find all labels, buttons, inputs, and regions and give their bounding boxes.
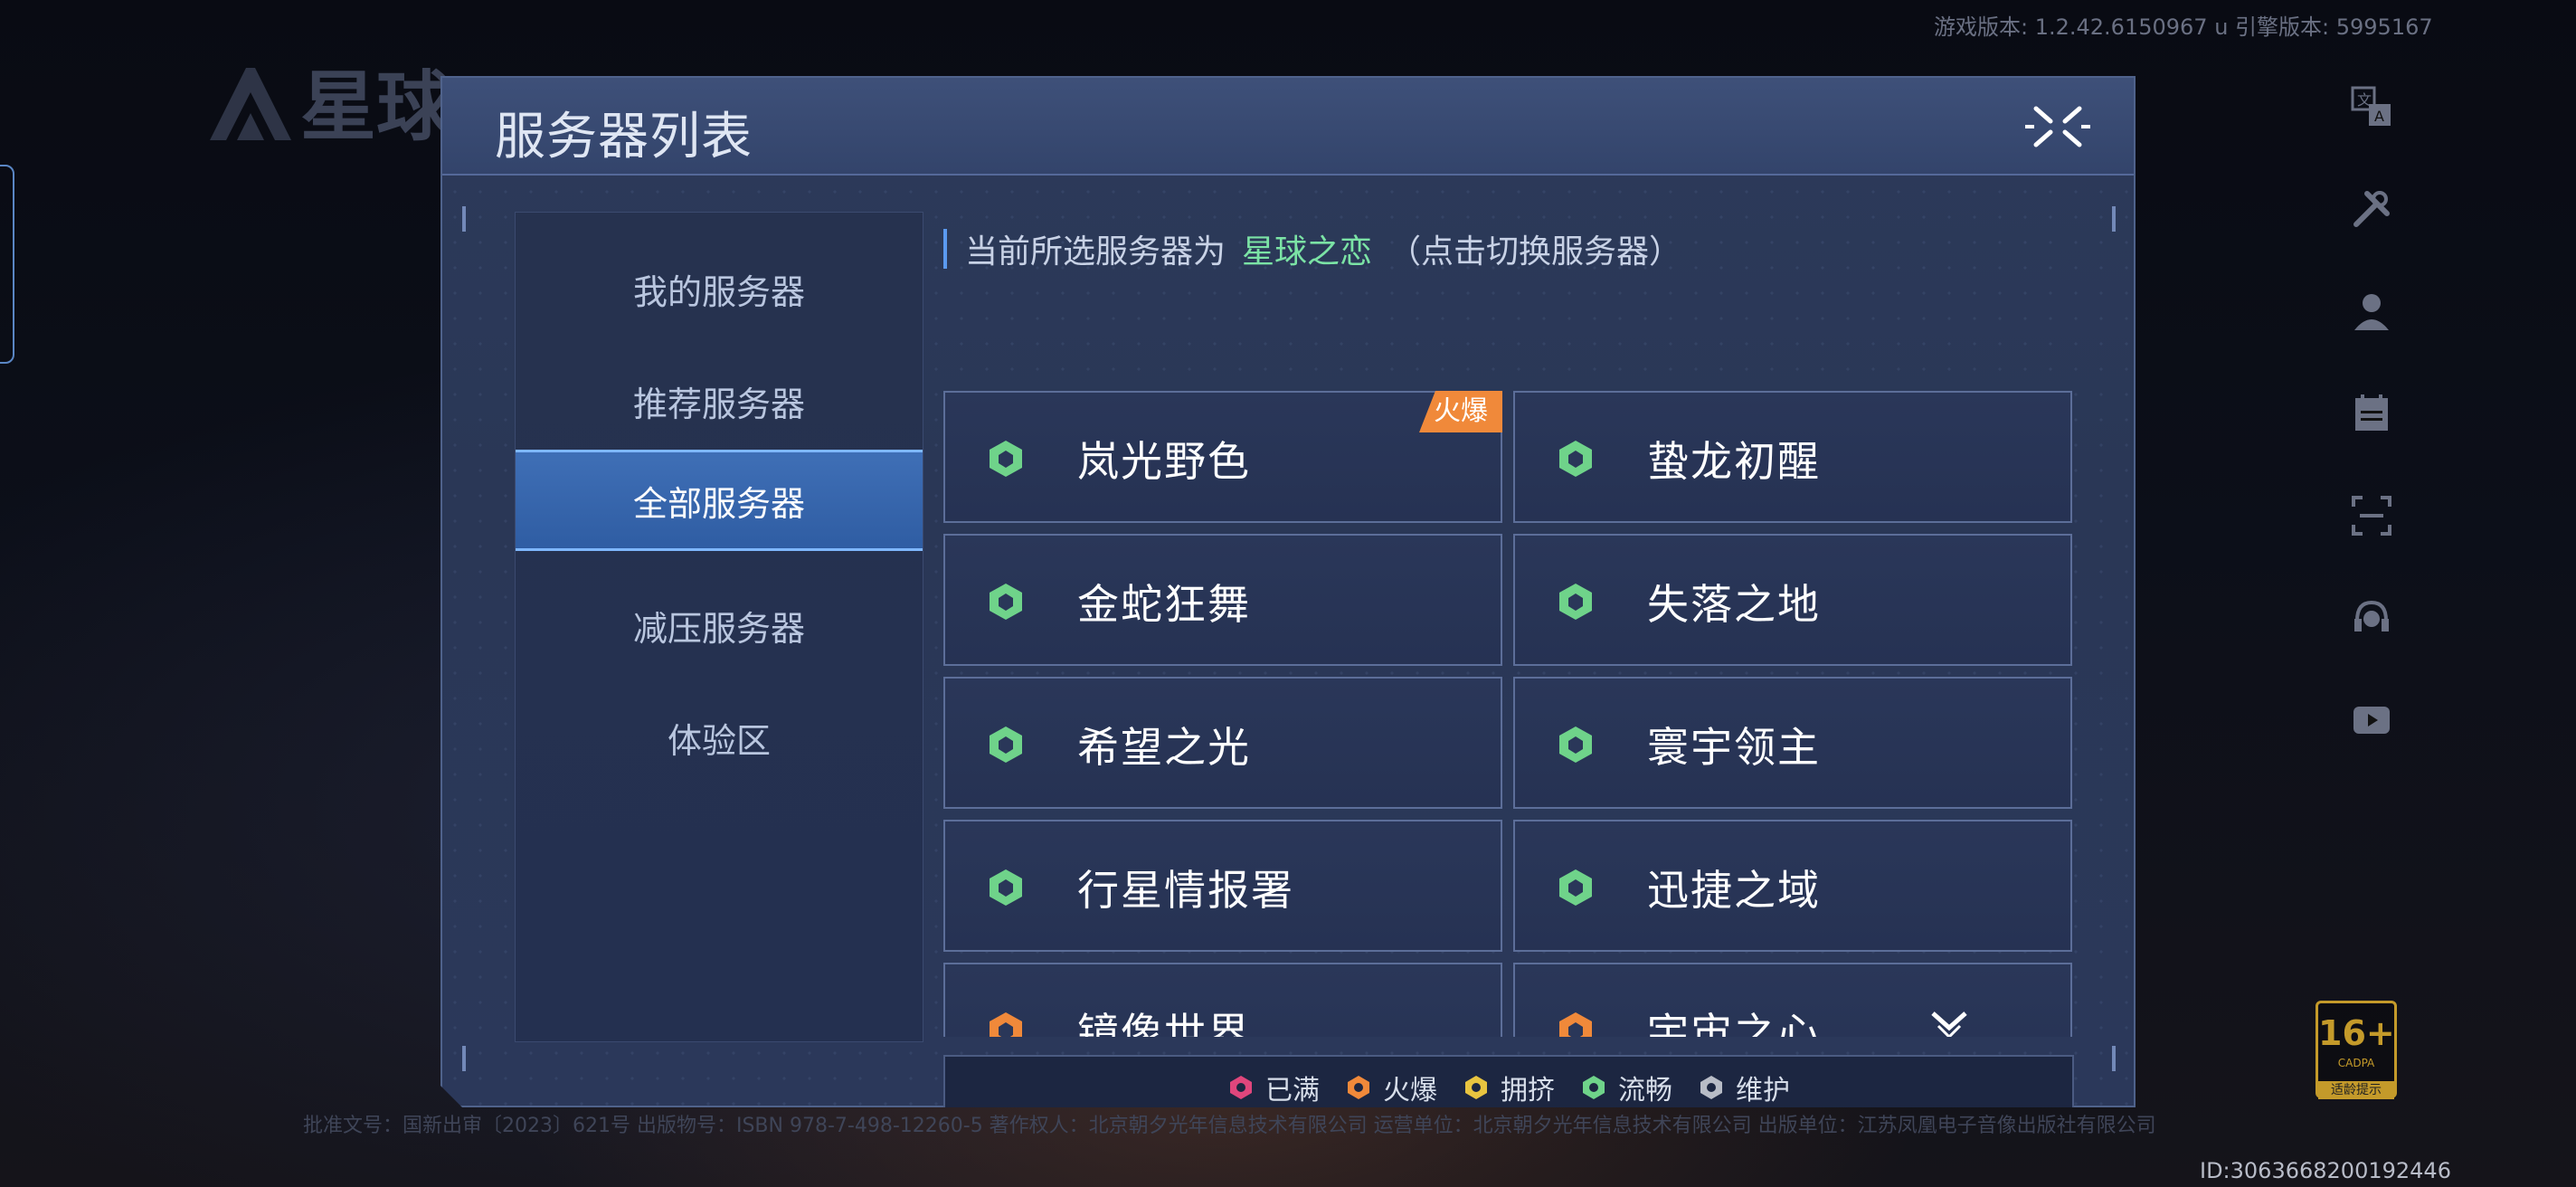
tab-label: 我的服务器 <box>632 271 805 312</box>
tab-label: 减压服务器 <box>632 608 805 649</box>
age-rating-badge: 16+ CADPA 适龄提示 <box>2316 1001 2397 1099</box>
legend-full: 已满 <box>1227 1068 1320 1107</box>
legend-smooth: 流畅 <box>1580 1068 1672 1107</box>
server-name: 宇宙之心 <box>1647 1009 1821 1037</box>
tab-recommended-servers[interactable]: 推荐服务器 <box>516 350 923 451</box>
age-rating-hint: 适龄提示 <box>2318 1081 2394 1099</box>
legend-label: 流畅 <box>1618 1075 1672 1106</box>
server-card[interactable]: 宇宙之心 <box>1513 963 2072 1037</box>
status-smooth-icon <box>985 438 1027 480</box>
server-card[interactable]: 行星情报署 <box>943 820 1502 952</box>
status-hot-icon <box>985 1010 1027 1037</box>
server-name: 希望之光 <box>1077 723 1251 772</box>
user-icon[interactable] <box>2344 284 2399 338</box>
status-smooth-icon <box>985 581 1027 622</box>
logo-text: 星球 <box>300 63 453 150</box>
frame-decoration <box>2112 206 2116 232</box>
tools-icon[interactable] <box>2344 182 2399 236</box>
status-hot-icon <box>1555 1010 1596 1037</box>
close-icon <box>2023 100 2092 154</box>
legend-label: 维护 <box>1736 1075 1790 1106</box>
server-card[interactable]: 蛰龙初醒 <box>1513 391 2072 523</box>
server-card[interactable]: 镜像世界 <box>943 963 1502 1037</box>
server-list-dialog: 服务器列表 我的服务器 推荐服务器 全部服务器 减压服务器 体验区 当前所选服务… <box>440 76 2136 1107</box>
frame-decoration <box>2112 1046 2116 1071</box>
server-card[interactable]: 迅捷之域 <box>1513 820 2072 952</box>
hot-tag: 火爆 <box>1419 391 1502 432</box>
age-rating-org: CADPA <box>2337 1057 2375 1069</box>
current-server-name: 星球之恋 <box>1242 233 1373 271</box>
status-smooth-icon <box>985 867 1027 908</box>
current-server-prefix: 当前所选服务器为 <box>965 233 1226 271</box>
video-icon[interactable] <box>2344 693 2399 747</box>
server-card[interactable]: 寰宇领主 <box>1513 677 2072 809</box>
server-grid: 岚光野色 火爆 蛰龙初醒 金蛇狂舞 失落之地 希望之光 寰宇领主 行星情报署 迅… <box>943 313 2074 1037</box>
status-smooth-icon <box>1580 1074 1607 1101</box>
server-name: 蛰龙初醒 <box>1647 437 1821 486</box>
accent-bar <box>943 229 947 269</box>
status-full-icon <box>1227 1074 1255 1101</box>
legend-label: 拥挤 <box>1501 1075 1555 1106</box>
user-id: ID:3063668200192446 <box>2200 1158 2451 1183</box>
svg-text:A: A <box>2374 108 2384 125</box>
server-card[interactable]: 金蛇狂舞 <box>943 534 1502 666</box>
scan-icon[interactable] <box>2344 489 2399 543</box>
logo-mark-icon <box>210 68 291 140</box>
current-server-line[interactable]: 当前所选服务器为 星球之恋 （点击切换服务器） <box>943 228 1681 270</box>
status-maintenance-icon <box>1698 1074 1725 1101</box>
left-edge-tab[interactable] <box>0 165 14 364</box>
legend-hot: 火爆 <box>1345 1068 1437 1107</box>
server-name: 失落之地 <box>1647 580 1821 629</box>
scroll-down-icon[interactable] <box>1929 1008 1969 1037</box>
switch-server-hint: （点击切换服务器） <box>1388 233 1682 271</box>
server-name: 岚光野色 <box>1077 437 1251 486</box>
status-hot-icon <box>1345 1074 1372 1101</box>
status-busy-icon <box>1463 1074 1490 1101</box>
server-name: 寰宇领主 <box>1647 723 1821 772</box>
game-logo: 星球 <box>201 63 454 150</box>
tab-label: 体验区 <box>667 720 771 761</box>
server-card[interactable]: 希望之光 <box>943 677 1502 809</box>
server-name: 行星情报署 <box>1077 866 1294 915</box>
version-info: 游戏版本: 1.2.42.6150967 u 引擎版本: 5995167 <box>1934 14 2433 40</box>
server-name: 迅捷之域 <box>1647 866 1821 915</box>
frame-decoration <box>462 1046 466 1071</box>
server-name: 镜像世界 <box>1077 1009 1251 1037</box>
close-button[interactable] <box>2023 100 2092 154</box>
license-footer: 批准文号：国新出审〔2023〕621号 出版物号：ISBN 978-7-498-… <box>303 1115 2156 1137</box>
legend-busy: 拥挤 <box>1463 1068 1555 1107</box>
translate-icon[interactable]: 文A <box>2344 80 2399 134</box>
support-icon[interactable] <box>2344 591 2399 645</box>
notice-icon[interactable] <box>2344 386 2399 441</box>
status-smooth-icon <box>1555 581 1596 622</box>
status-smooth-icon <box>1555 724 1596 765</box>
status-smooth-icon <box>1555 867 1596 908</box>
status-smooth-icon <box>985 724 1027 765</box>
status-smooth-icon <box>1555 438 1596 480</box>
legend-maintenance: 维护 <box>1698 1068 1790 1107</box>
server-name: 金蛇狂舞 <box>1077 580 1251 629</box>
tab-all-servers[interactable]: 全部服务器 <box>516 450 923 551</box>
legend-label: 已满 <box>1265 1075 1320 1106</box>
server-card[interactable]: 岚光野色 火爆 <box>943 391 1502 523</box>
tab-label: 推荐服务器 <box>632 384 805 424</box>
tab-relax-servers[interactable]: 减压服务器 <box>516 575 923 676</box>
frame-decoration <box>462 206 466 232</box>
server-card[interactable]: 失落之地 <box>1513 534 2072 666</box>
server-category-sidebar: 我的服务器 推荐服务器 全部服务器 减压服务器 体验区 <box>515 212 923 1042</box>
legend-label: 火爆 <box>1383 1075 1437 1106</box>
tab-label: 全部服务器 <box>632 483 805 524</box>
dialog-title: 服务器列表 <box>495 108 753 166</box>
dialog-header: 服务器列表 <box>442 78 2134 176</box>
tab-my-servers[interactable]: 我的服务器 <box>516 238 923 339</box>
age-rating-value: 16+ <box>2318 1013 2395 1053</box>
tab-trial-zone[interactable]: 体验区 <box>516 687 923 788</box>
side-toolbar: 文A <box>2344 80 2399 795</box>
